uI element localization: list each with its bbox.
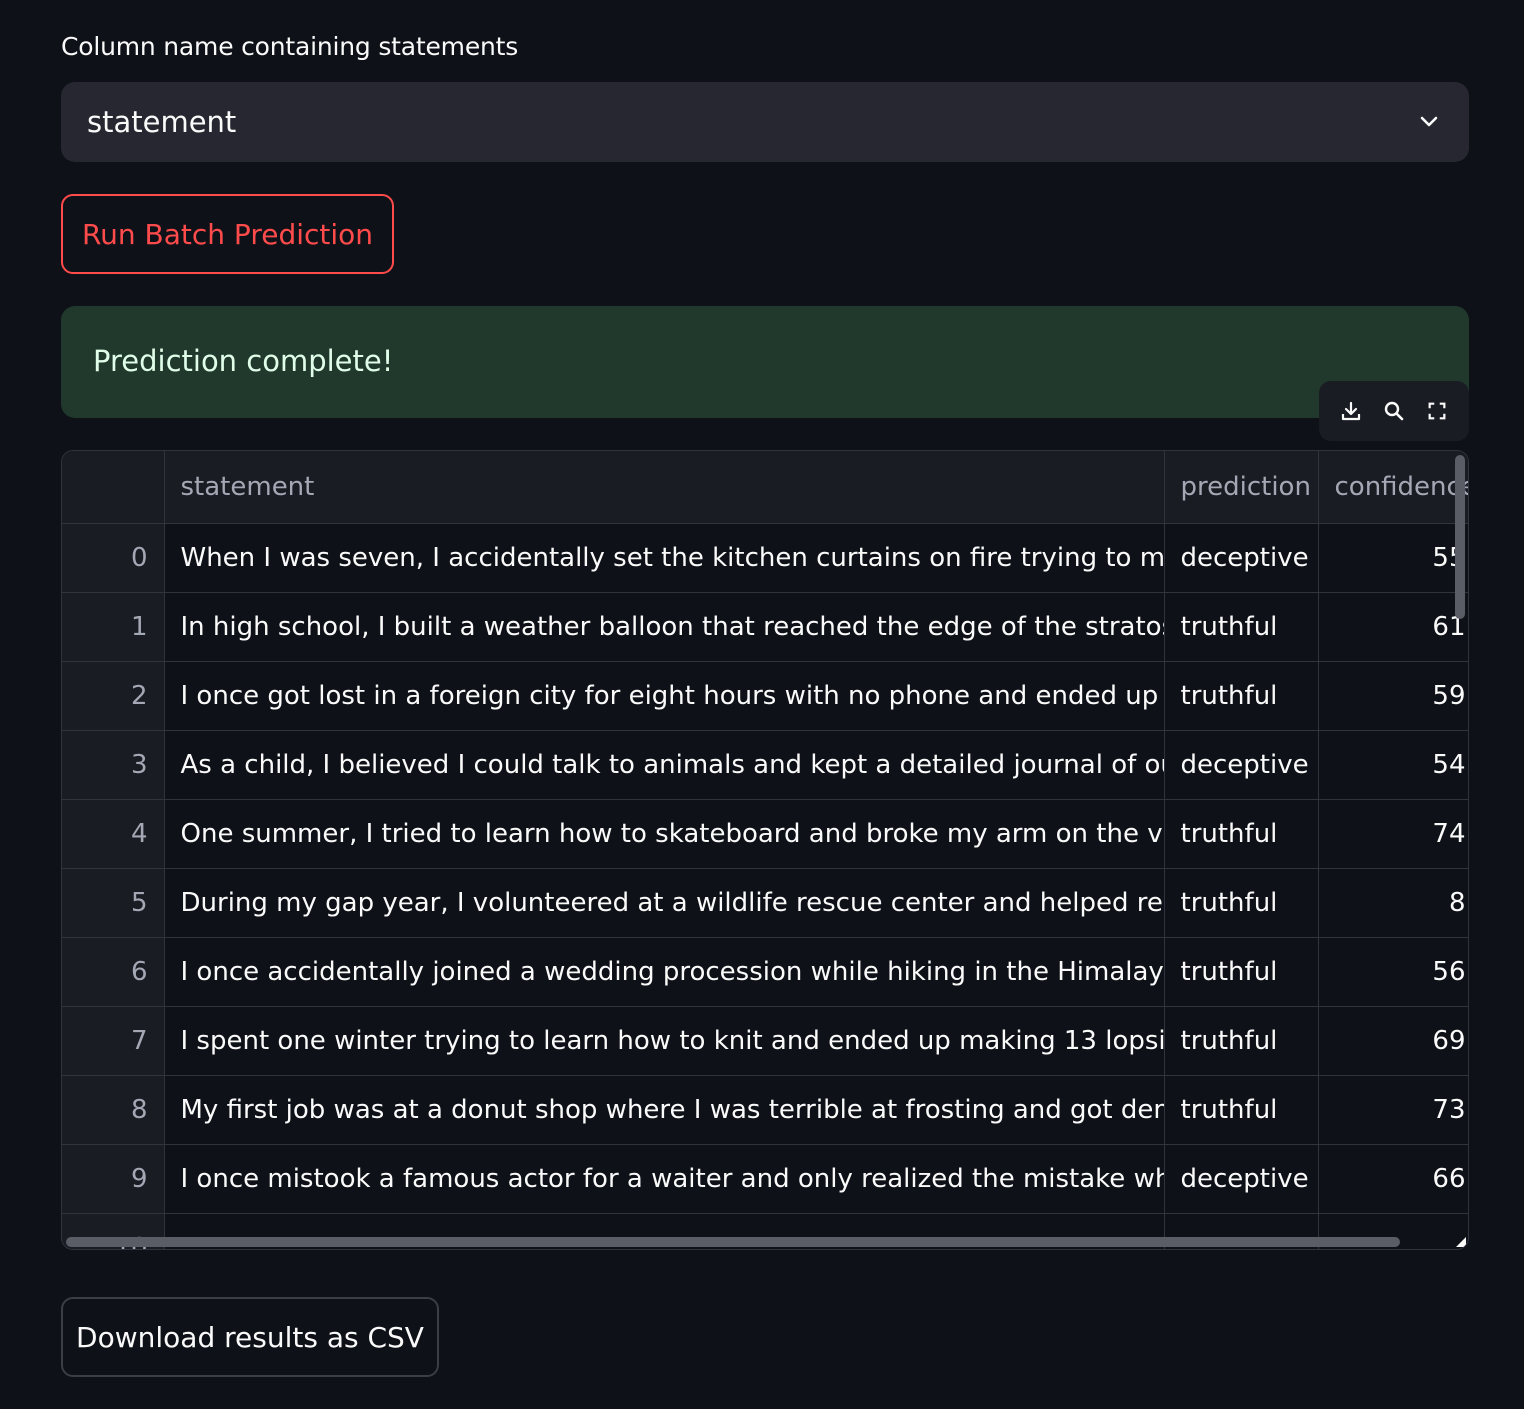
row-index: 0	[62, 523, 165, 593]
row-index: 6	[62, 937, 165, 1007]
download-icon[interactable]	[1336, 396, 1366, 426]
prediction-cell[interactable]: truthful	[1164, 799, 1319, 869]
row-index: 7	[62, 1006, 165, 1076]
prediction-cell[interactable]: deceptive	[1164, 1144, 1319, 1214]
row-index: 2	[62, 661, 165, 731]
table-row: 5 During my gap year, I volunteered at a…	[62, 868, 1468, 938]
table-row: 8 My first job was at a donut shop where…	[62, 1075, 1468, 1145]
statement-cell[interactable]: I once mistook a famous actor for a wait…	[164, 1144, 1165, 1214]
confidence-cell[interactable]: 73	[1318, 1075, 1468, 1145]
fullscreen-icon[interactable]	[1422, 396, 1452, 426]
table-row: 2 I once got lost in a foreign city for …	[62, 661, 1468, 731]
row-index: 9	[62, 1144, 165, 1214]
horizontal-scrollbar[interactable]	[66, 1237, 1400, 1247]
table-row: 6 I once accidentally joined a wedding p…	[62, 937, 1468, 1007]
dataframe-toolbar	[1319, 381, 1469, 441]
column-header-prediction[interactable]: prediction	[1164, 451, 1319, 524]
confidence-cell[interactable]: 59	[1318, 661, 1468, 731]
confidence-cell[interactable]: 66	[1318, 1144, 1468, 1214]
statement-cell[interactable]: I once got lost in a foreign city for ei…	[164, 661, 1165, 731]
prediction-cell[interactable]: truthful	[1164, 592, 1319, 662]
statement-cell[interactable]: As a child, I believed I could talk to a…	[164, 730, 1165, 800]
column-header-index[interactable]	[62, 451, 165, 524]
table-header-row: statement prediction confidence	[62, 451, 1468, 524]
confidence-cell[interactable]: 61	[1318, 592, 1468, 662]
vertical-scrollbar[interactable]	[1455, 455, 1465, 619]
column-header-confidence[interactable]: confidence	[1318, 451, 1468, 524]
download-csv-button[interactable]: Download results as CSV	[61, 1297, 439, 1377]
statement-cell[interactable]: My first job was at a donut shop where I…	[164, 1075, 1165, 1145]
column-header-statement[interactable]: statement	[164, 451, 1165, 524]
prediction-cell[interactable]: deceptive	[1164, 523, 1319, 593]
statement-cell[interactable]: In high school, I built a weather balloo…	[164, 592, 1165, 662]
table-row: 9 I once mistook a famous actor for a wa…	[62, 1144, 1468, 1214]
statement-cell[interactable]: I spent one winter trying to learn how t…	[164, 1006, 1165, 1076]
table-row: 3 As a child, I believed I could talk to…	[62, 730, 1468, 800]
confidence-cell[interactable]: 74	[1318, 799, 1468, 869]
row-index: 4	[62, 799, 165, 869]
prediction-cell[interactable]: deceptive	[1164, 730, 1319, 800]
statement-cell[interactable]: When I was seven, I accidentally set the…	[164, 523, 1165, 593]
table-row: 0 When I was seven, I accidentally set t…	[62, 523, 1468, 593]
column-select[interactable]: statement	[61, 82, 1469, 162]
statement-cell[interactable]: One summer, I tried to learn how to skat…	[164, 799, 1165, 869]
confidence-cell[interactable]: 56	[1318, 937, 1468, 1007]
success-alert-message: Prediction complete!	[93, 344, 394, 378]
run-batch-prediction-button[interactable]: Run Batch Prediction	[61, 194, 394, 274]
confidence-cell[interactable]: 8	[1318, 868, 1468, 938]
confidence-cell[interactable]: 55	[1318, 523, 1468, 593]
page: Column name containing statements statem…	[0, 0, 1524, 1409]
resize-handle[interactable]	[1456, 1237, 1466, 1247]
prediction-cell[interactable]: truthful	[1164, 937, 1319, 1007]
chevron-down-icon	[1415, 108, 1443, 136]
row-index: 5	[62, 868, 165, 938]
table-row: 7 I spent one winter trying to learn how…	[62, 1006, 1468, 1076]
row-index: 8	[62, 1075, 165, 1145]
statement-cell[interactable]: I once accidentally joined a wedding pro…	[164, 937, 1165, 1007]
column-select-value: statement	[87, 105, 237, 139]
results-table: statement prediction confidence 0 When I…	[62, 451, 1468, 1249]
results-dataframe[interactable]: statement prediction confidence 0 When I…	[61, 450, 1469, 1250]
prediction-cell[interactable]: truthful	[1164, 1006, 1319, 1076]
table-row: 4 One summer, I tried to learn how to sk…	[62, 799, 1468, 869]
row-index: 3	[62, 730, 165, 800]
prediction-cell[interactable]: truthful	[1164, 868, 1319, 938]
table-row: 1 In high school, I built a weather ball…	[62, 592, 1468, 662]
success-alert: Prediction complete!	[61, 306, 1469, 418]
confidence-cell[interactable]: 54	[1318, 730, 1468, 800]
statement-cell[interactable]: During my gap year, I volunteered at a w…	[164, 868, 1165, 938]
prediction-cell[interactable]: truthful	[1164, 661, 1319, 731]
prediction-cell[interactable]: truthful	[1164, 1075, 1319, 1145]
search-icon[interactable]	[1379, 396, 1409, 426]
confidence-cell[interactable]: 69	[1318, 1006, 1468, 1076]
column-select-label: Column name containing statements	[61, 32, 519, 61]
row-index: 1	[62, 592, 165, 662]
